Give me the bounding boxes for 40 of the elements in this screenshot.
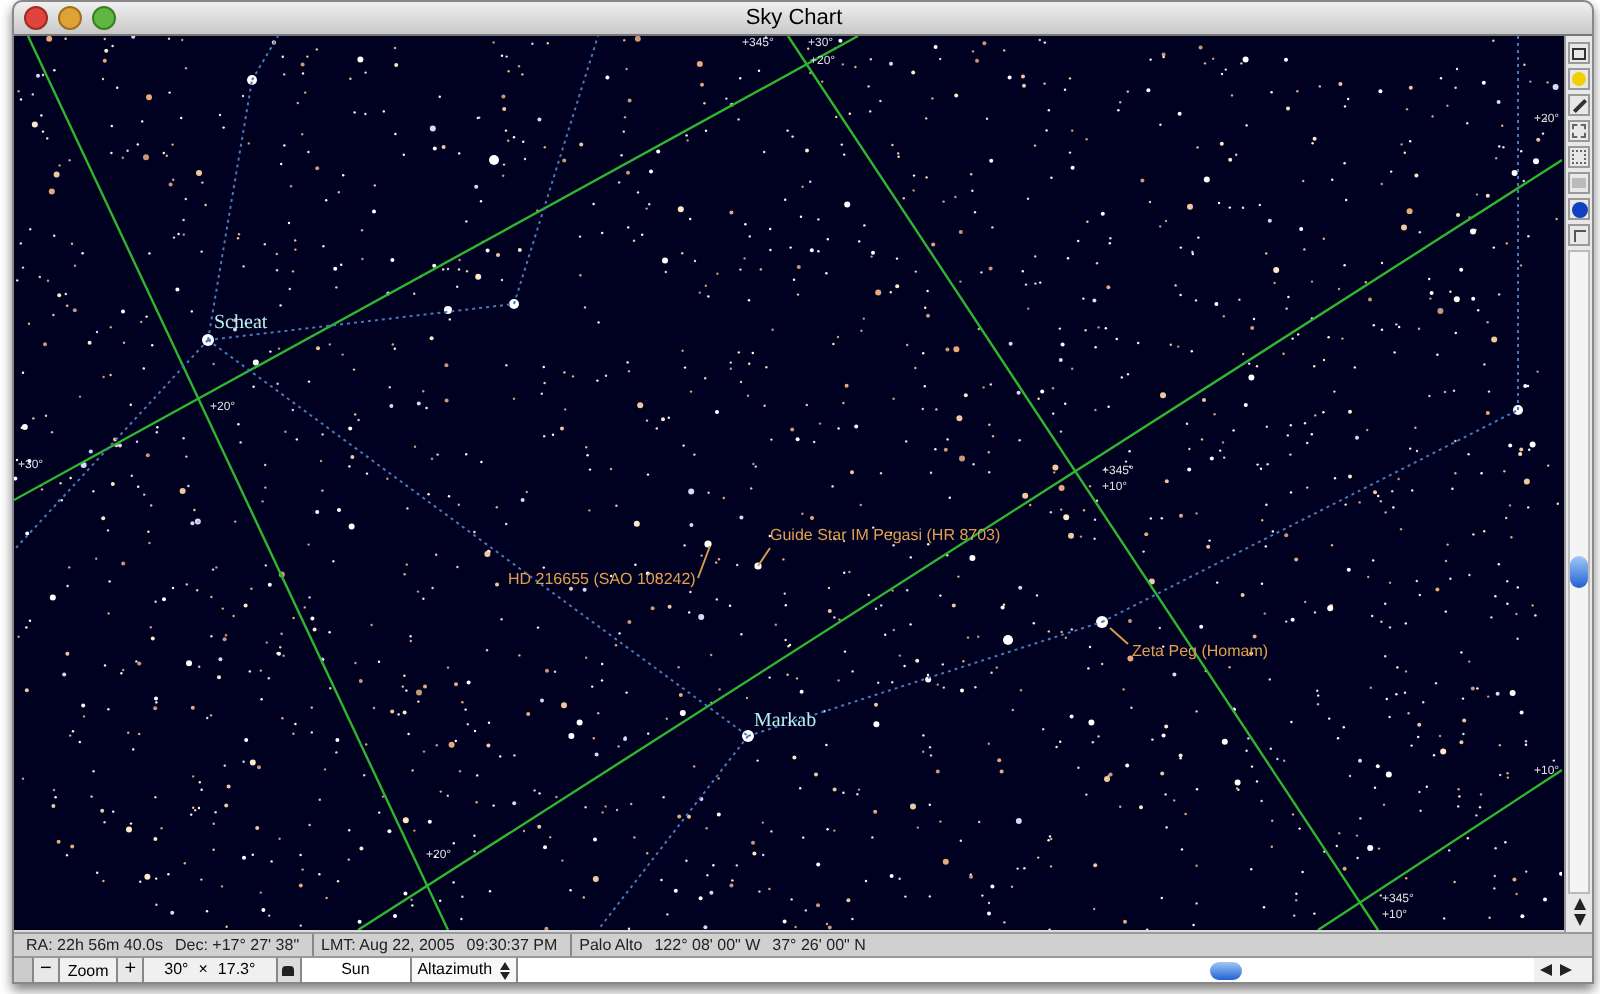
scroll-thumb[interactable] — [1210, 961, 1243, 979]
star-label[interactable]: Scheat — [214, 314, 268, 334]
star-label[interactable]: HD 216655 (SAO 108242) — [508, 572, 696, 588]
scroll-up-icon[interactable] — [1573, 898, 1585, 910]
grid-icon[interactable] — [1568, 120, 1590, 142]
field-width[interactable]: 30° — [164, 958, 189, 982]
toggle-button[interactable] — [14, 958, 34, 982]
scroll-down-icon[interactable] — [1573, 914, 1585, 926]
status-text: 122° 08' 00" W — [654, 933, 761, 957]
horizontal-scrollbar[interactable] — [518, 958, 1534, 982]
leader-line — [757, 547, 771, 567]
zoom-in-button[interactable]: + — [118, 958, 145, 982]
status-text: 37° 26' 00" N — [772, 933, 866, 957]
window-title: Sky Chart — [745, 3, 843, 34]
brush-icon[interactable] — [1568, 94, 1590, 116]
status-text: Dec: +17° 27' 38" — [174, 933, 300, 957]
scroll-right-icon[interactable] — [1560, 964, 1572, 976]
status-text: 09:30:37 PM — [466, 933, 558, 957]
status-text: RA: 22h 56m 40.0s — [26, 933, 163, 957]
globe-icon[interactable] — [1568, 198, 1590, 220]
scroll-thumb[interactable] — [1570, 556, 1588, 588]
projection-select[interactable]: Altazimuth — [411, 958, 519, 982]
zoom-out-button[interactable]: − — [34, 958, 60, 982]
times-sign: × — [198, 958, 208, 982]
scroll-left-icon[interactable] — [1540, 964, 1552, 976]
stepper-icon — [500, 961, 511, 979]
leader-line — [697, 545, 711, 579]
star-label[interactable]: Zeta Peg (Homam) — [1132, 644, 1269, 660]
lock-icon — [282, 965, 295, 975]
object-field[interactable]: Sun — [301, 958, 412, 982]
lock-button[interactable] — [277, 958, 302, 982]
vertical-scrollbar[interactable] — [1568, 250, 1590, 894]
field-height[interactable]: 17.3° — [217, 958, 256, 982]
leader-line — [1109, 627, 1129, 645]
grid-icon[interactable] — [1568, 146, 1590, 168]
close-button[interactable] — [24, 6, 48, 30]
zoom-button[interactable] — [92, 6, 116, 30]
star-label[interactable]: Markab — [754, 712, 817, 732]
window-icon[interactable] — [1568, 42, 1590, 64]
minimize-button[interactable] — [58, 6, 82, 30]
